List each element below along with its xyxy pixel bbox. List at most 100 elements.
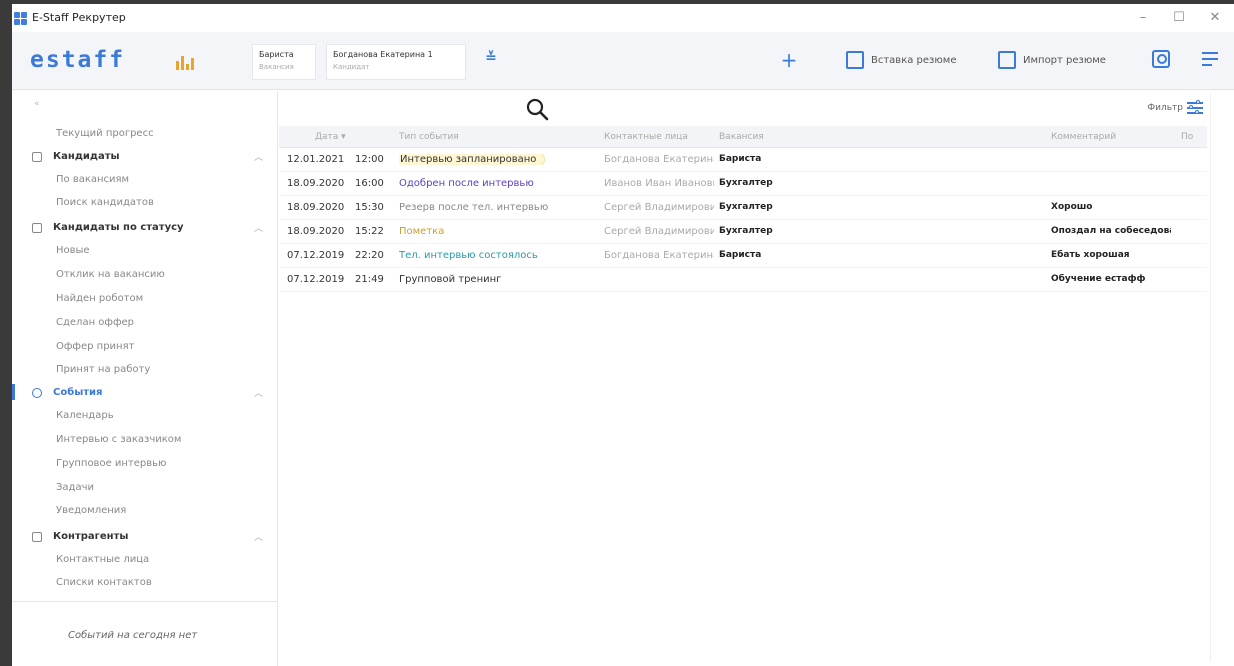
cell-date: 18.09.2020 bbox=[287, 178, 345, 189]
chevron-up-icon[interactable]: ︿ bbox=[254, 386, 263, 399]
filter-sliders-icon bbox=[1187, 100, 1203, 115]
sidebar-group-label: Кандидаты bbox=[53, 151, 120, 162]
title-bar: E-Staff Рекрутер – ☐ ✕ bbox=[12, 4, 1234, 32]
event-type-badge: Интервью запланировано bbox=[399, 154, 546, 165]
import-resume-icon bbox=[998, 51, 1016, 69]
sidebar-group-contractors[interactable]: Контрагенты ︿ bbox=[32, 531, 263, 543]
cell-date: 07.12.2019 bbox=[287, 274, 345, 285]
minimize-icon[interactable]: – bbox=[1132, 8, 1154, 28]
cell-date: 07.12.2019 bbox=[287, 250, 345, 261]
sidebar-item-response[interactable]: Отклик на вакансию bbox=[56, 269, 165, 280]
cell-date: 12.01.2021 bbox=[287, 154, 345, 165]
cell-time: 15:30 bbox=[355, 202, 384, 213]
active-indicator bbox=[12, 384, 15, 400]
import-resume-label: Импорт резюме bbox=[1023, 54, 1106, 66]
sidebar-item-tasks[interactable]: Задачи bbox=[56, 482, 94, 493]
sidebar-group-events[interactable]: События ︿ bbox=[32, 387, 263, 399]
sidebar-item-robot[interactable]: Найден роботом bbox=[56, 293, 143, 304]
events-table: Дата ▾ Тип события Контактные лица Вакан… bbox=[279, 126, 1207, 292]
cell-time: 12:00 bbox=[355, 154, 384, 165]
chevron-up-icon[interactable]: ︿ bbox=[254, 221, 263, 234]
col-vacancy[interactable]: Вакансия bbox=[719, 132, 764, 142]
sidebar-item-by-vacancy[interactable]: По вакансиям bbox=[56, 174, 129, 185]
sidebar-item-contact-lists[interactable]: Списки контактов bbox=[56, 577, 152, 588]
cell-vacancy: Бариста bbox=[719, 154, 762, 164]
building-icon bbox=[32, 531, 42, 542]
context-tab-name: Бариста bbox=[259, 50, 294, 59]
cell-event-type: Интервью запланировано bbox=[399, 154, 581, 165]
sidebar-group-label: Кандидаты по статусу bbox=[53, 222, 184, 233]
cell-contact: Богданова Екатерина bbox=[604, 154, 714, 165]
search-doc-icon[interactable] bbox=[1152, 50, 1170, 68]
cell-event-type: Одобрен после интервью bbox=[399, 178, 534, 189]
table-row[interactable]: 18.09.2020 16:00 Одобрен после интервью Ива… bbox=[279, 172, 1207, 196]
chevron-up-icon[interactable]: ︿ bbox=[254, 150, 263, 163]
table-row[interactable]: 18.09.2020 15:30 Резерв после тел. интервь… bbox=[279, 196, 1207, 220]
table-row[interactable]: 12.01.2021 12:00 Интервью запланировано Бог… bbox=[279, 148, 1207, 172]
col-type[interactable]: Тип события bbox=[399, 132, 459, 142]
table-row[interactable]: 18.09.2020 15:22 Пометка Сергей Владимирови… bbox=[279, 220, 1207, 244]
cell-time: 22:20 bbox=[355, 250, 384, 261]
sidebar-item-progress[interactable]: Текущий прогресс bbox=[56, 128, 154, 139]
cell-contact: Сергей Владимирович bbox=[604, 226, 714, 237]
cell-time: 15:22 bbox=[355, 226, 384, 237]
cell-date: 18.09.2020 bbox=[287, 202, 345, 213]
table-row[interactable]: 07.12.2019 21:49 Групповой тренинг Обучение… bbox=[279, 268, 1207, 292]
collapse-icon[interactable]: « bbox=[34, 99, 40, 109]
cell-contact: Иванов Иван Иванович bbox=[604, 178, 714, 189]
sidebar-item-calendar[interactable]: Календарь bbox=[56, 410, 114, 421]
col-comment[interactable]: Комментарий bbox=[1051, 132, 1116, 142]
filter-label: Фильтр bbox=[1147, 103, 1183, 113]
logo-bars-icon bbox=[176, 54, 198, 70]
add-button[interactable]: + bbox=[778, 49, 800, 71]
cell-comment: Обучение естафф bbox=[1051, 274, 1146, 284]
search-icon[interactable] bbox=[525, 97, 549, 121]
vertical-scrollbar[interactable] bbox=[1210, 94, 1220, 662]
table-row[interactable]: 07.12.2019 22:20 Тел. интервью состоялось Б… bbox=[279, 244, 1207, 268]
cell-vacancy: Бухгалтер bbox=[719, 226, 773, 236]
insert-resume-button[interactable]: Вставка резюме bbox=[846, 49, 956, 71]
cell-vacancy: Бухгалтер bbox=[719, 178, 773, 188]
sidebar-item-hired[interactable]: Принят на работу bbox=[56, 364, 150, 375]
cell-vacancy: Бариста bbox=[719, 250, 762, 260]
clock-icon bbox=[32, 387, 42, 398]
sidebar-item-contacts[interactable]: Контактные лица bbox=[56, 554, 149, 565]
menu-icon[interactable] bbox=[1202, 52, 1218, 66]
sidebar-divider bbox=[12, 601, 278, 602]
cell-event-type: Резерв после тел. интервью bbox=[399, 202, 549, 213]
col-extra[interactable]: По bbox=[1181, 132, 1201, 142]
insert-resume-icon bbox=[846, 51, 864, 69]
sidebar-item-client-interview[interactable]: Интервью с заказчиком bbox=[56, 434, 181, 445]
cell-event-type: Групповой тренинг bbox=[399, 274, 502, 285]
maximize-icon[interactable]: ☐ bbox=[1168, 8, 1190, 28]
no-events-note: Событий на сегодня нет bbox=[68, 630, 198, 641]
sidebar-group-label: События bbox=[53, 387, 103, 398]
filter-button[interactable]: Фильтр bbox=[1147, 100, 1203, 115]
chevron-double-down-icon[interactable]: ≚ bbox=[482, 50, 500, 66]
sidebar-group-candidates[interactable]: Кандидаты ︿ bbox=[32, 151, 263, 163]
sidebar-item-notifications[interactable]: Уведомления bbox=[56, 505, 126, 516]
person-status-icon bbox=[32, 222, 42, 233]
sidebar-group-by-status[interactable]: Кандидаты по статусу ︿ bbox=[32, 222, 263, 234]
import-resume-button[interactable]: Импорт резюме bbox=[998, 49, 1106, 71]
context-tab-candidate[interactable]: Богданова Екатерина 1 Кандидат bbox=[326, 44, 466, 80]
context-tab-vacancy[interactable]: Бариста Вакансия bbox=[252, 44, 316, 80]
cell-time: 21:49 bbox=[355, 274, 384, 285]
window-title: E-Staff Рекрутер bbox=[32, 11, 126, 24]
sidebar-item-offer-made[interactable]: Сделан оффер bbox=[56, 317, 134, 328]
close-icon[interactable]: ✕ bbox=[1204, 8, 1226, 28]
table-header: Дата ▾ Тип события Контактные лица Вакан… bbox=[279, 126, 1207, 148]
chevron-up-icon[interactable]: ︿ bbox=[254, 530, 263, 543]
cell-event-type: Тел. интервью состоялось bbox=[399, 250, 538, 261]
cell-comment: Опоздал на собеседование bbox=[1051, 226, 1171, 236]
context-tab-sub: Кандидат bbox=[333, 63, 370, 71]
col-date[interactable]: Дата ▾ bbox=[315, 132, 346, 142]
sidebar-item-new[interactable]: Новые bbox=[56, 245, 90, 256]
events-panel: Фильтр Дата ▾ Тип события Контактные лиц… bbox=[279, 91, 1207, 666]
col-contact[interactable]: Контактные лица bbox=[604, 132, 688, 142]
cell-comment: Хорошо bbox=[1051, 202, 1093, 212]
sidebar-item-search-candidates[interactable]: Поиск кандидатов bbox=[56, 197, 154, 208]
cell-comment: Ебать хорошая bbox=[1051, 250, 1130, 260]
sidebar-item-offer-accepted[interactable]: Оффер принят bbox=[56, 341, 134, 352]
sidebar-item-group-interview[interactable]: Групповое интервью bbox=[56, 458, 166, 469]
